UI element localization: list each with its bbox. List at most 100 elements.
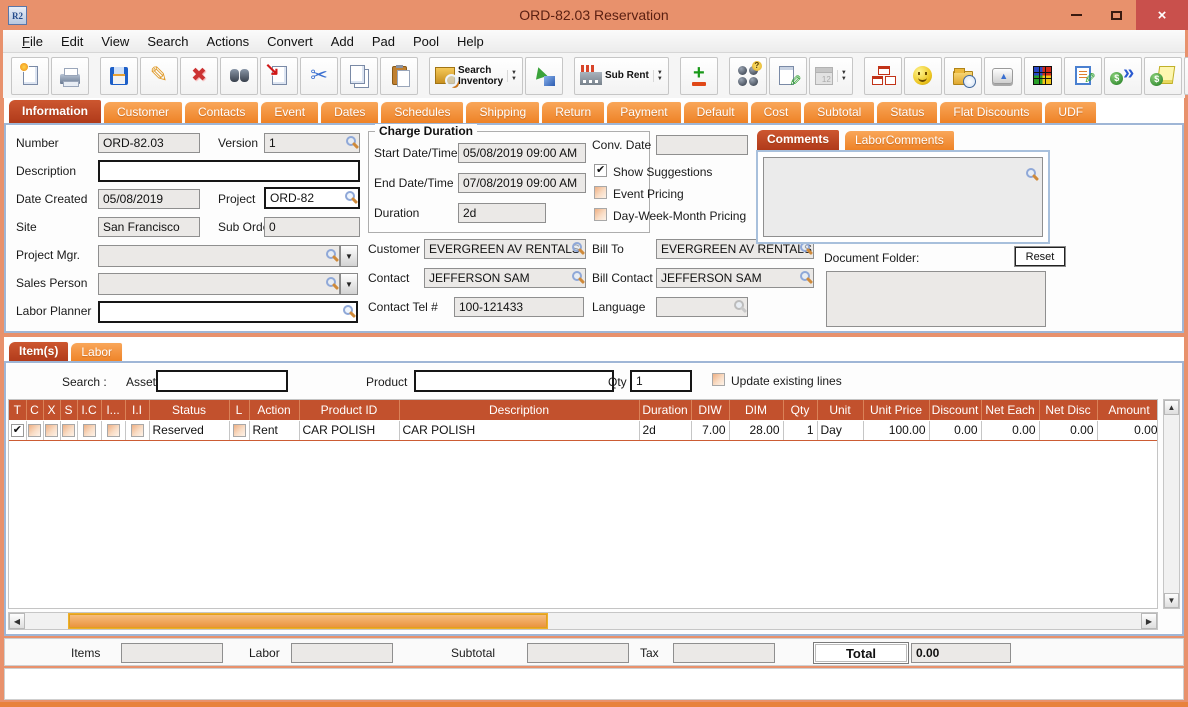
col-amount[interactable]: Amount (1097, 400, 1157, 421)
new-order-button[interactable] (11, 56, 49, 95)
scroll-up-icon[interactable]: ▲ (1164, 400, 1179, 415)
row-c-checkbox[interactable] (28, 424, 41, 438)
col-ii[interactable]: I.I (125, 400, 150, 421)
scroll-down-icon[interactable]: ▼ (1164, 593, 1179, 608)
memo-edit-button[interactable] (1063, 56, 1102, 95)
col-action[interactable]: Action (249, 400, 300, 421)
tab-return[interactable]: Return (541, 101, 606, 123)
sales-person-lookup-icon[interactable] (326, 277, 336, 287)
sales-person-dropdown[interactable] (340, 273, 358, 295)
row-s-checkbox[interactable] (62, 424, 75, 438)
tab-contacts[interactable]: Contacts (184, 101, 260, 123)
tab-udf[interactable]: UDF (1044, 101, 1098, 123)
copy-button[interactable] (340, 56, 378, 95)
col-description[interactable]: Description (399, 400, 640, 421)
delete-button[interactable] (180, 56, 218, 95)
update-existing-lines-checkbox[interactable] (712, 373, 725, 386)
menu-actions[interactable]: Actions (198, 32, 259, 51)
product-search-input[interactable] (414, 370, 614, 392)
menu-help[interactable]: Help (448, 32, 493, 51)
pool-button[interactable] (728, 56, 767, 95)
row-ii-checkbox[interactable] (130, 424, 144, 438)
col-unit-price[interactable]: Unit Price (863, 400, 930, 421)
menu-edit[interactable]: Edit (52, 32, 92, 51)
horizontal-scrollbar[interactable]: ◀ ▶ (8, 612, 1158, 630)
tab-subtotal[interactable]: Subtotal (803, 101, 876, 123)
col-net-each[interactable]: Net Each (981, 400, 1040, 421)
minimize-button[interactable] (1056, 0, 1096, 30)
customer-lookup-icon[interactable] (572, 242, 582, 252)
find-button[interactable] (220, 56, 258, 95)
conv-date-field[interactable] (656, 135, 748, 155)
col-x[interactable]: X (43, 400, 61, 421)
bill-contact-lookup-icon[interactable] (800, 271, 810, 281)
col-c[interactable]: C (26, 400, 44, 421)
event-pricing-checkbox[interactable] (594, 186, 607, 199)
dollar-note-button[interactable] (1143, 56, 1182, 95)
col-l[interactable]: L (229, 400, 250, 421)
convert-button[interactable] (524, 56, 563, 95)
tab-labor-comments[interactable]: LaborComments (844, 130, 955, 150)
version-lookup-icon[interactable] (346, 136, 356, 146)
col-ic[interactable]: I.C (77, 400, 102, 421)
start-datetime-field[interactable]: 05/08/2019 09:00 AM (458, 143, 586, 163)
col-t[interactable]: T (9, 400, 27, 421)
tab-cost[interactable]: Cost (749, 101, 803, 123)
project-field[interactable]: ORD-82 (264, 187, 360, 209)
col-qty[interactable]: Qty (783, 400, 818, 421)
scroll-left-icon[interactable]: ◀ (9, 613, 25, 629)
horizontal-scroll-thumb[interactable] (69, 614, 547, 628)
table-row[interactable]: Reserved Rent CAR POLISH CAR POLISH 2d 7… (9, 420, 1157, 441)
tab-information[interactable]: Information (8, 99, 102, 123)
maximize-button[interactable] (1096, 0, 1136, 30)
delivery-truck-button[interactable] (1183, 56, 1188, 95)
document-folder-field[interactable] (826, 271, 1046, 327)
labor-planner-lookup-icon[interactable] (343, 305, 353, 315)
menu-convert[interactable]: Convert (258, 32, 322, 51)
tab-event[interactable]: Event (260, 101, 320, 123)
menu-add[interactable]: Add (322, 32, 363, 51)
tab-default[interactable]: Default (682, 101, 749, 123)
folder-history-button[interactable] (943, 56, 982, 95)
sales-person-field[interactable] (98, 273, 340, 295)
col-diw[interactable]: DIW (691, 400, 730, 421)
col-unit[interactable]: Unit (817, 400, 864, 421)
col-duration[interactable]: Duration (639, 400, 692, 421)
qty-input[interactable]: 1 (630, 370, 692, 392)
row-x-checkbox[interactable] (45, 424, 58, 438)
tab-items[interactable]: Item(s) (8, 341, 70, 362)
save-button[interactable] (100, 56, 138, 95)
col-s[interactable]: S (60, 400, 78, 421)
day-week-month-pricing-checkbox[interactable] (594, 208, 607, 221)
close-button[interactable]: × (1136, 0, 1188, 30)
contact-field[interactable]: JEFFERSON SAM (424, 268, 586, 288)
menu-pad[interactable]: Pad (363, 32, 404, 51)
number-field[interactable]: ORD-82.03 (98, 133, 200, 153)
tab-status[interactable]: Status (876, 101, 939, 123)
site-field[interactable]: San Francisco (98, 217, 200, 237)
row-l-checkbox[interactable] (232, 424, 246, 438)
col-dim[interactable]: DIM (729, 400, 784, 421)
paste-button[interactable] (380, 56, 418, 95)
cube-stack-button[interactable] (1023, 56, 1062, 95)
row-ic-checkbox[interactable] (82, 424, 96, 438)
dollar-forward-button[interactable] (1103, 56, 1142, 95)
customer-field[interactable]: EVERGREEN AV RENTALS (424, 239, 586, 259)
date-created-field[interactable]: 05/08/2019 (98, 189, 200, 209)
labor-planner-field[interactable] (98, 301, 358, 323)
row-t-checkbox[interactable] (10, 423, 24, 438)
asset-search-input[interactable] (156, 370, 288, 392)
menu-search[interactable]: Search (138, 32, 197, 51)
bill-contact-field[interactable]: JEFFERSON SAM (656, 268, 814, 288)
add-remove-line-button[interactable] (679, 56, 718, 95)
cut-button[interactable] (300, 56, 338, 95)
project-mgr-dropdown[interactable] (340, 245, 358, 267)
project-lookup-icon[interactable] (345, 191, 355, 201)
description-field[interactable] (98, 160, 360, 182)
scroll-right-icon[interactable]: ▶ (1141, 613, 1157, 629)
sub-rent-button[interactable]: Sub Rent (573, 56, 669, 95)
sub-orders-field[interactable]: 0 (264, 217, 360, 237)
end-datetime-field[interactable]: 07/08/2019 09:00 AM (458, 173, 586, 193)
row-i-dots-checkbox[interactable] (106, 424, 120, 438)
duration-field[interactable]: 2d (458, 203, 546, 223)
